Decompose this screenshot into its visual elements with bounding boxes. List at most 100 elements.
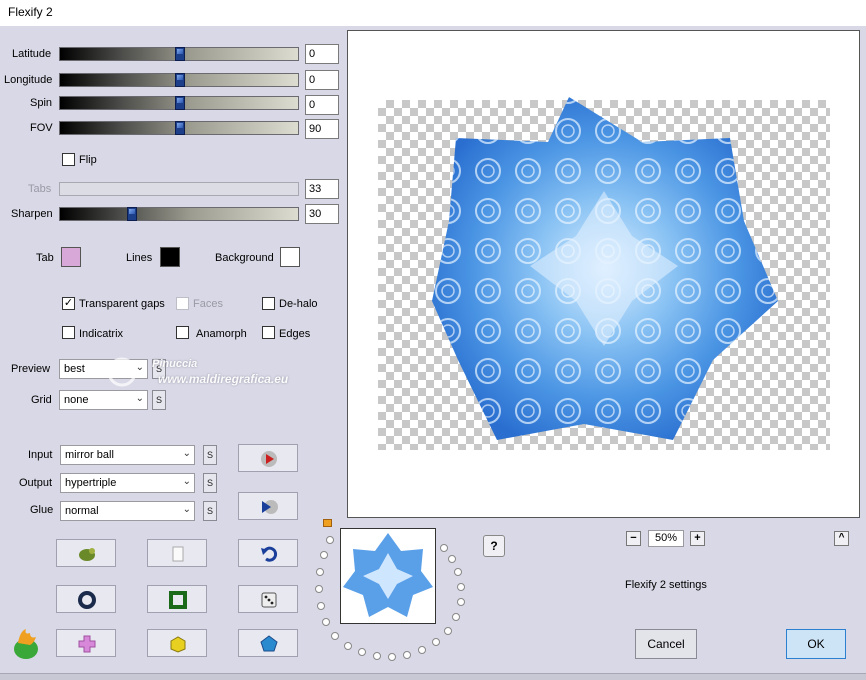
spin-slider[interactable]: [59, 96, 299, 110]
background-color-swatch[interactable]: [280, 247, 300, 267]
frame-button[interactable]: [147, 585, 207, 613]
preset-thumbnail[interactable]: [340, 528, 436, 624]
play-blue-button[interactable]: [238, 492, 298, 520]
tab-color-swatch[interactable]: [61, 247, 81, 267]
anamorph-label: Anamorph: [196, 328, 247, 340]
tab-color-label: Tab: [36, 252, 54, 264]
turtle-icon: [79, 548, 95, 561]
flip-label: Flip: [79, 154, 97, 166]
transparent-gaps-checkbox[interactable]: ✓: [62, 297, 75, 310]
randomize-button[interactable]: [56, 539, 116, 567]
lines-color-swatch[interactable]: [160, 247, 180, 267]
longitude-slider[interactable]: [59, 73, 299, 87]
chevron-down-icon: ⌄: [182, 504, 191, 515]
chevron-down-icon: ⌄: [182, 448, 191, 459]
input-select[interactable]: mirror ball ⌄: [60, 445, 195, 465]
preview-label: Preview: [11, 363, 51, 375]
undo-button[interactable]: [238, 539, 298, 567]
zoom-in-button[interactable]: +: [690, 531, 705, 546]
edges-label: Edges: [279, 328, 311, 340]
undo-arrow-icon: [261, 546, 278, 562]
latitude-input[interactable]: 0: [305, 44, 339, 64]
glue-select[interactable]: normal ⌄: [60, 501, 195, 521]
dice-icon: [261, 592, 277, 608]
fov-slider[interactable]: [59, 121, 299, 135]
edges-checkbox[interactable]: [262, 326, 275, 339]
grid-select[interactable]: none ⌄: [59, 390, 148, 410]
sharpen-thumb[interactable]: [127, 207, 137, 221]
faces-label: Faces: [193, 298, 223, 310]
play-blue-icon: [262, 500, 278, 514]
preview-canvas[interactable]: [347, 30, 860, 518]
title-bar: Flexify 2: [0, 0, 866, 26]
output-label: Output: [19, 477, 53, 489]
glue-s-button[interactable]: S: [203, 501, 217, 521]
spin-input[interactable]: 0: [305, 95, 339, 115]
de-halo-checkbox[interactable]: [262, 297, 275, 310]
random-dice-button[interactable]: [238, 585, 298, 613]
preset-thumbnail-image: [343, 533, 433, 617]
glue-label: Glue: [30, 504, 54, 516]
flexified-star-image: [432, 97, 778, 440]
grid-select-value: none: [64, 394, 89, 406]
fov-thumb[interactable]: [175, 121, 185, 135]
zoom-level: 50%: [648, 530, 684, 547]
output-select[interactable]: hypertriple ⌄: [60, 473, 195, 493]
chevron-down-icon: ⌄: [135, 393, 144, 404]
settings-label: Flexify 2 settings: [625, 579, 707, 591]
spin-label: Spin: [30, 97, 53, 109]
collapse-button[interactable]: ^: [834, 531, 849, 546]
play-forward-button[interactable]: [238, 444, 298, 472]
watermark-swirl-icon: [107, 357, 137, 387]
window-title: Flexify 2: [8, 5, 53, 19]
pentagon-icon: [260, 635, 278, 652]
indicatrix-label: Indicatrix: [79, 328, 124, 340]
page-icon: [172, 546, 184, 562]
sharpen-slider[interactable]: [59, 207, 299, 221]
sharpen-input[interactable]: 30: [305, 204, 339, 224]
fov-input[interactable]: 90: [305, 119, 339, 139]
de-halo-label: De-halo: [279, 298, 318, 310]
cancel-button[interactable]: Cancel: [635, 629, 697, 659]
watermark-url: www.maldiregrafica.eu: [158, 372, 289, 386]
latitude-label: Latitude: [12, 48, 52, 60]
output-s-button[interactable]: S: [203, 473, 217, 493]
ok-button[interactable]: OK: [786, 629, 846, 659]
ring-button[interactable]: [56, 585, 116, 613]
yellow-cube-icon: [170, 636, 186, 653]
help-button[interactable]: ?: [483, 535, 505, 557]
latitude-thumb[interactable]: [175, 47, 185, 61]
flaming-pear-logo-icon: [14, 629, 38, 659]
cube-button[interactable]: [147, 629, 207, 657]
square-frame-icon: [169, 591, 187, 609]
input-select-value: mirror ball: [65, 449, 114, 461]
grid-label: Grid: [31, 394, 52, 406]
tabs-input[interactable]: 33: [305, 179, 339, 199]
input-label: Input: [28, 449, 53, 461]
zoom-out-button[interactable]: −: [626, 531, 641, 546]
indicatrix-checkbox[interactable]: [62, 326, 75, 339]
fov-label: FOV: [30, 122, 53, 134]
grid-s-button[interactable]: S: [152, 390, 166, 410]
input-s-button[interactable]: S: [203, 445, 217, 465]
spin-thumb[interactable]: [175, 96, 185, 110]
flip-checkbox[interactable]: [62, 153, 75, 166]
chevron-down-icon: ⌄: [182, 476, 191, 487]
lines-color-label: Lines: [126, 252, 153, 264]
tabs-slider: [59, 182, 299, 196]
faces-checkbox: [176, 297, 189, 310]
latitude-slider[interactable]: [59, 47, 299, 61]
transparent-gaps-label: Transparent gaps: [79, 298, 165, 310]
anamorph-checkbox[interactable]: [176, 326, 189, 339]
play-red-icon: [261, 451, 277, 467]
background-color-label: Background: [215, 252, 274, 264]
cross-button[interactable]: [56, 629, 116, 657]
copy-button[interactable]: [147, 539, 207, 567]
longitude-thumb[interactable]: [175, 73, 185, 87]
longitude-label: Longitude: [4, 74, 53, 86]
preview-select-value: best: [64, 363, 85, 375]
pink-cross-icon: [78, 635, 96, 653]
pentagon-button[interactable]: [238, 629, 298, 657]
longitude-input[interactable]: 0: [305, 70, 339, 90]
sharpen-label: Sharpen: [11, 208, 53, 220]
